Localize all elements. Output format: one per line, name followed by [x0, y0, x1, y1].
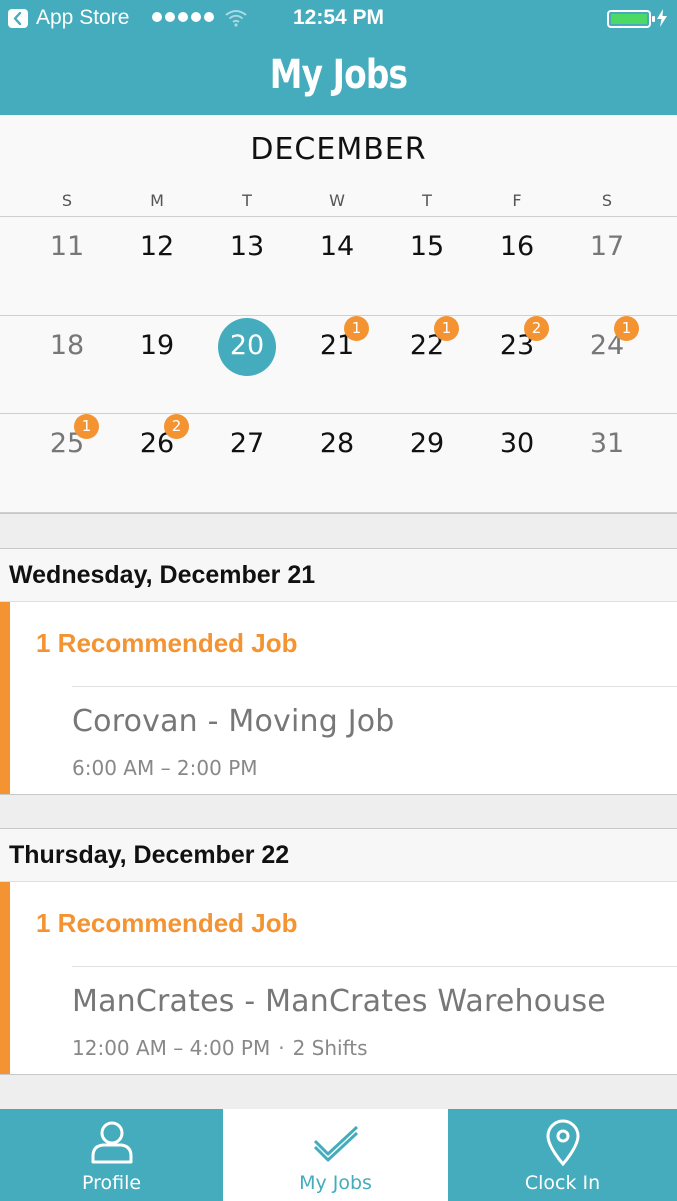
job-title: Corovan - Moving Job	[72, 704, 395, 739]
date-header-label: Wednesday, December 21	[9, 561, 316, 589]
calendar-day[interactable]: 14	[292, 231, 382, 262]
tab-my-jobs[interactable]: My Jobs	[223, 1109, 448, 1201]
tab-bar: Profile My Jobs Clock In	[0, 1109, 677, 1201]
weekday-label: S	[601, 191, 613, 210]
status-time: 12:54 PM	[292, 6, 385, 29]
date-header-label: Thursday, December 22	[9, 841, 290, 869]
tab-clock-in[interactable]: Clock In	[448, 1109, 677, 1201]
job-count-badge: 2	[524, 316, 549, 341]
calendar-day[interactable]: 29	[382, 428, 472, 459]
checkmark-icon	[313, 1125, 358, 1162]
calendar-day[interactable]: 31	[562, 428, 652, 459]
date-header: Wednesday, December 21	[0, 549, 677, 602]
calendar-day[interactable]: 15	[382, 231, 472, 262]
date-header: Thursday, December 22	[0, 829, 677, 882]
calendar-day-selected[interactable]: 20	[202, 330, 292, 361]
weekday-label: M	[150, 191, 164, 210]
calendar-month: DECEMBER	[250, 132, 427, 167]
calendar-day[interactable]: 24	[562, 330, 652, 361]
status-bar: App Store 12:54 PM	[0, 0, 677, 36]
calendar-day[interactable]: 25	[22, 428, 112, 459]
calendar-day[interactable]: 21	[292, 330, 382, 361]
divider	[72, 686, 677, 687]
job-count-badge: 2	[164, 414, 189, 439]
separator-dot: ·	[278, 1036, 285, 1060]
calendar: DECEMBER S M T W T F S 11 12 13 14 15 16 17 18 1…	[0, 115, 677, 513]
battery-icon	[607, 10, 655, 28]
weekday-label: T	[422, 191, 432, 210]
job-count-badge: 1	[434, 316, 459, 341]
recommended-label: 1 Recommended Job	[36, 628, 298, 658]
calendar-day[interactable]: 13	[202, 231, 292, 262]
job-card[interactable]: 1 Recommended Job ManCrates - ManCrates …	[0, 882, 677, 1074]
card-accent-stripe	[0, 602, 10, 794]
job-time: 6:00 AM – 2:00 PM	[72, 756, 258, 780]
calendar-day[interactable]: 12	[112, 231, 202, 262]
job-time: 12:00 AM – 4:00 PM · 2 Shifts	[72, 1036, 368, 1060]
weekday-label: T	[242, 191, 252, 210]
calendar-day[interactable]: 17	[562, 231, 652, 262]
divider	[0, 315, 677, 316]
calendar-day[interactable]: 19	[112, 330, 202, 361]
charging-bolt-icon	[657, 9, 667, 27]
job-time-range: 12:00 AM – 4:00 PM	[72, 1036, 271, 1060]
weekday-label: S	[61, 191, 73, 210]
job-card[interactable]: 1 Recommended Job Corovan - Moving Job 6…	[0, 602, 677, 794]
job-count-badge: 1	[614, 316, 639, 341]
job-time-range: 6:00 AM – 2:00 PM	[72, 756, 258, 780]
recommended-label: 1 Recommended Job	[36, 908, 298, 938]
calendar-day[interactable]: 26	[112, 428, 202, 459]
section-spacer	[0, 794, 677, 829]
divider	[72, 966, 677, 967]
weekday-label: F	[512, 191, 522, 210]
calendar-day[interactable]: 30	[472, 428, 562, 459]
weekday-label: W	[329, 191, 345, 210]
calendar-day[interactable]: 11	[22, 231, 112, 262]
tab-profile[interactable]: Profile	[0, 1109, 223, 1201]
calendar-day[interactable]: 27	[202, 428, 292, 459]
section-spacer	[0, 1074, 677, 1109]
location-pin-icon	[545, 1119, 580, 1167]
tab-label: Clock In	[524, 1172, 601, 1194]
page-title: My Jobs	[269, 52, 408, 98]
calendar-day[interactable]: 22	[382, 330, 472, 361]
job-count-badge: 1	[74, 414, 99, 439]
tab-label: My Jobs	[299, 1172, 372, 1194]
shift-count: 2 Shifts	[292, 1036, 368, 1060]
app-header: App Store 12:54 PM My Jobs	[0, 0, 677, 115]
calendar-day[interactable]: 18	[22, 330, 112, 361]
job-count-badge: 1	[344, 316, 369, 341]
calendar-day[interactable]: 23	[472, 330, 562, 361]
weekday-header: S M T W T F S	[0, 191, 677, 216]
calendar-day[interactable]: 28	[292, 428, 382, 459]
calendar-day[interactable]: 16	[472, 231, 562, 262]
job-title: ManCrates - ManCrates Warehouse	[72, 984, 606, 1019]
tab-label: Profile	[81, 1172, 142, 1194]
profile-icon	[91, 1121, 132, 1164]
divider	[0, 413, 677, 414]
section-spacer	[0, 513, 677, 549]
card-accent-stripe	[0, 882, 10, 1074]
divider	[0, 216, 677, 217]
